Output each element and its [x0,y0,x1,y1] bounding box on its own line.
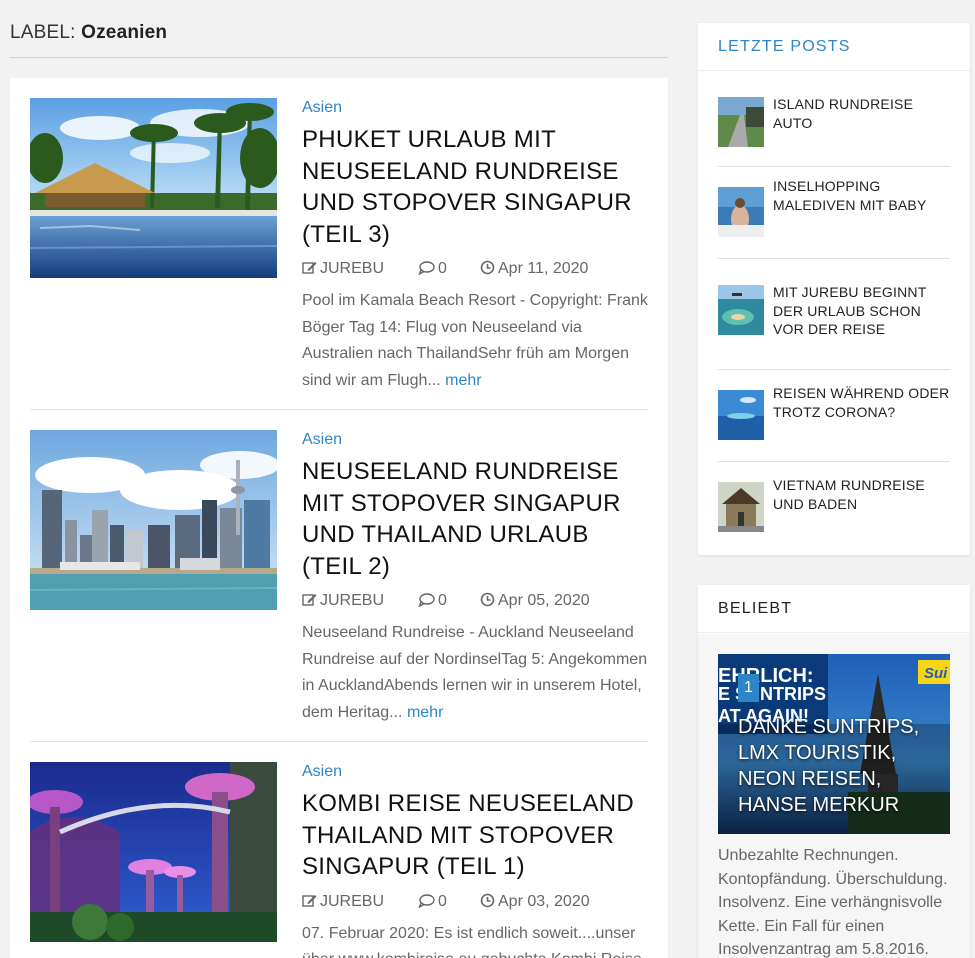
post-author-name: JUREBU [320,592,385,609]
popular-rank-badge: 1 [738,674,759,702]
comment-icon [418,593,435,607]
comment-icon [418,893,435,908]
recent-post-thumbnail[interactable] [718,285,764,335]
post-excerpt-text: Neuseeland Rundreise - Auckland Neuseela… [302,624,648,721]
recent-post-title[interactable]: MIT JUREBU BEGINNT DER URLAUB SCHON VOR … [773,283,953,339]
ocean-horizon-image [718,390,764,440]
popular-posts-heading: BELIEBT [698,585,970,633]
post-thumbnail[interactable] [30,430,277,610]
popular-post-image[interactable]: Sui EHRLICH: E SUNTRIPS AT AGAIN! 1 DANK… [718,654,950,834]
iceland-road-image [718,97,764,147]
post-meta: JUREBU 0 Apr 11, 2020 [302,258,654,280]
post-list: Asien PHUKET URLAUB MIT NEUSEELAND RUNDR… [10,78,668,958]
post-date: Apr 05, 2020 [480,590,590,612]
read-more-link[interactable]: mehr [445,372,481,389]
beach-pool-image [30,98,277,278]
post-meta: JUREBU 0 Apr 05, 2020 [302,590,654,612]
post-date-text: Apr 03, 2020 [498,892,590,910]
recent-post-thumbnail[interactable] [718,390,764,440]
recent-post-title[interactable]: ISLAND RUNDREISE AUTO [773,95,953,132]
post-date-text: Apr 11, 2020 [498,260,589,277]
post-category-link[interactable]: Asien [302,762,654,782]
post-meta: JUREBU 0 Apr 03, 2020 [302,891,654,913]
label-name: Ozeanien [81,22,168,43]
post-excerpt: 07. Februar 2020: Es ist endlich soweit.… [302,921,654,958]
post-author-name: JUREBU [320,892,385,910]
recent-post-item[interactable]: VIETNAM RUNDREISE UND BADEN [718,462,950,554]
popular-posts-widget: BELIEBT Sui EHRLICH: E SUNTRIPS AT AGAIN… [698,585,970,958]
post-excerpt: Neuseeland Rundreise - Auckland Neuseela… [302,620,654,726]
post-thumbnail[interactable] [30,98,277,278]
post-comment-count: 0 [438,892,447,910]
archive-label-heading: LABEL: Ozeanien [10,22,668,58]
edit-icon [302,594,317,606]
read-more-link[interactable]: mehr [407,704,443,721]
banner-badge-text: Sui [924,665,948,682]
recent-post-title[interactable]: REISEN WÄHREND ODER TROTZ CORONA? [773,384,953,421]
recent-post-item[interactable]: INSELHOPPING MALEDIVEN MIT BABY [718,167,950,259]
recent-posts-heading: LETZTE POSTS [698,23,970,71]
recent-posts-list: ISLAND RUNDREISE AUTO INSELHOPPING MALED… [698,71,970,554]
post-author[interactable]: JUREBU [302,258,384,280]
vietnam-temple-image [718,482,764,532]
post-category-link[interactable]: Asien [302,98,654,118]
post-divider [30,409,648,410]
post-thumbnail[interactable] [30,762,277,942]
edit-icon [302,262,317,274]
post-excerpt-text: 07. Februar 2020: Es ist endlich soweit.… [302,924,642,958]
post-comments[interactable]: 0 [418,590,447,612]
post-comments[interactable]: 0 [418,258,447,280]
post-comments[interactable]: 0 [418,891,447,913]
clock-icon [480,893,495,907]
comment-icon [418,261,435,275]
post-divider [30,741,648,742]
recent-post-thumbnail[interactable] [718,482,764,532]
post-author[interactable]: JUREBU [302,891,384,913]
post-date-text: Apr 05, 2020 [498,592,590,609]
post-title[interactable]: PHUKET URLAUB MIT NEUSEELAND RUNDREISE U… [302,124,654,250]
post-author[interactable]: JUREBU [302,590,384,612]
post-comment-count: 0 [438,592,447,609]
post-title[interactable]: KOMBI REISE NEUSEELAND THAILAND MIT STOP… [302,788,654,883]
city-skyline-image [30,430,277,610]
recent-post-item[interactable]: MIT JUREBU BEGINNT DER URLAUB SCHON VOR … [718,259,950,370]
popular-post-title[interactable]: DANKE SUNTRIPS, LMX TOURISTIK, NEON REIS… [738,714,938,818]
clock-icon [480,260,495,275]
post-author-name: JUREBU [320,260,385,277]
recent-posts-widget: LETZTE POSTS ISLAND RUNDREISE AUTO INSEL… [698,23,970,555]
banner-text-mid: E SUNTRIPS [718,684,826,704]
maldives-boat-image [718,187,764,237]
popular-posts-body: Sui EHRLICH: E SUNTRIPS AT AGAIN! 1 DANK… [698,634,970,958]
supertree-grove-image [30,762,277,942]
popular-post-excerpt: Unbezahlte Rechnungen. Kontopfändung. Üb… [718,847,948,958]
recent-post-thumbnail[interactable] [718,97,764,147]
post-date: Apr 11, 2020 [480,258,588,280]
recent-post-item[interactable]: ISLAND RUNDREISE AUTO [718,71,950,167]
post-comment-count: 0 [438,260,447,277]
recent-post-item[interactable]: REISEN WÄHREND ODER TROTZ CORONA? [718,370,950,462]
recent-post-title[interactable]: VIETNAM RUNDREISE UND BADEN [773,476,953,513]
recent-post-title[interactable]: INSELHOPPING MALEDIVEN MIT BABY [773,177,953,214]
post-category-link[interactable]: Asien [302,430,654,450]
post-excerpt: Pool im Kamala Beach Resort - Copyright:… [302,288,654,394]
label-prefix: LABEL: [10,22,76,43]
lagoon-aerial-image [718,285,764,335]
post-title[interactable]: NEUSEELAND RUNDREISE MIT STOPOVER SINGAP… [302,456,654,582]
clock-icon [480,592,495,607]
post-date: Apr 03, 2020 [480,891,590,913]
recent-post-thumbnail[interactable] [718,187,764,237]
edit-icon [302,894,317,907]
